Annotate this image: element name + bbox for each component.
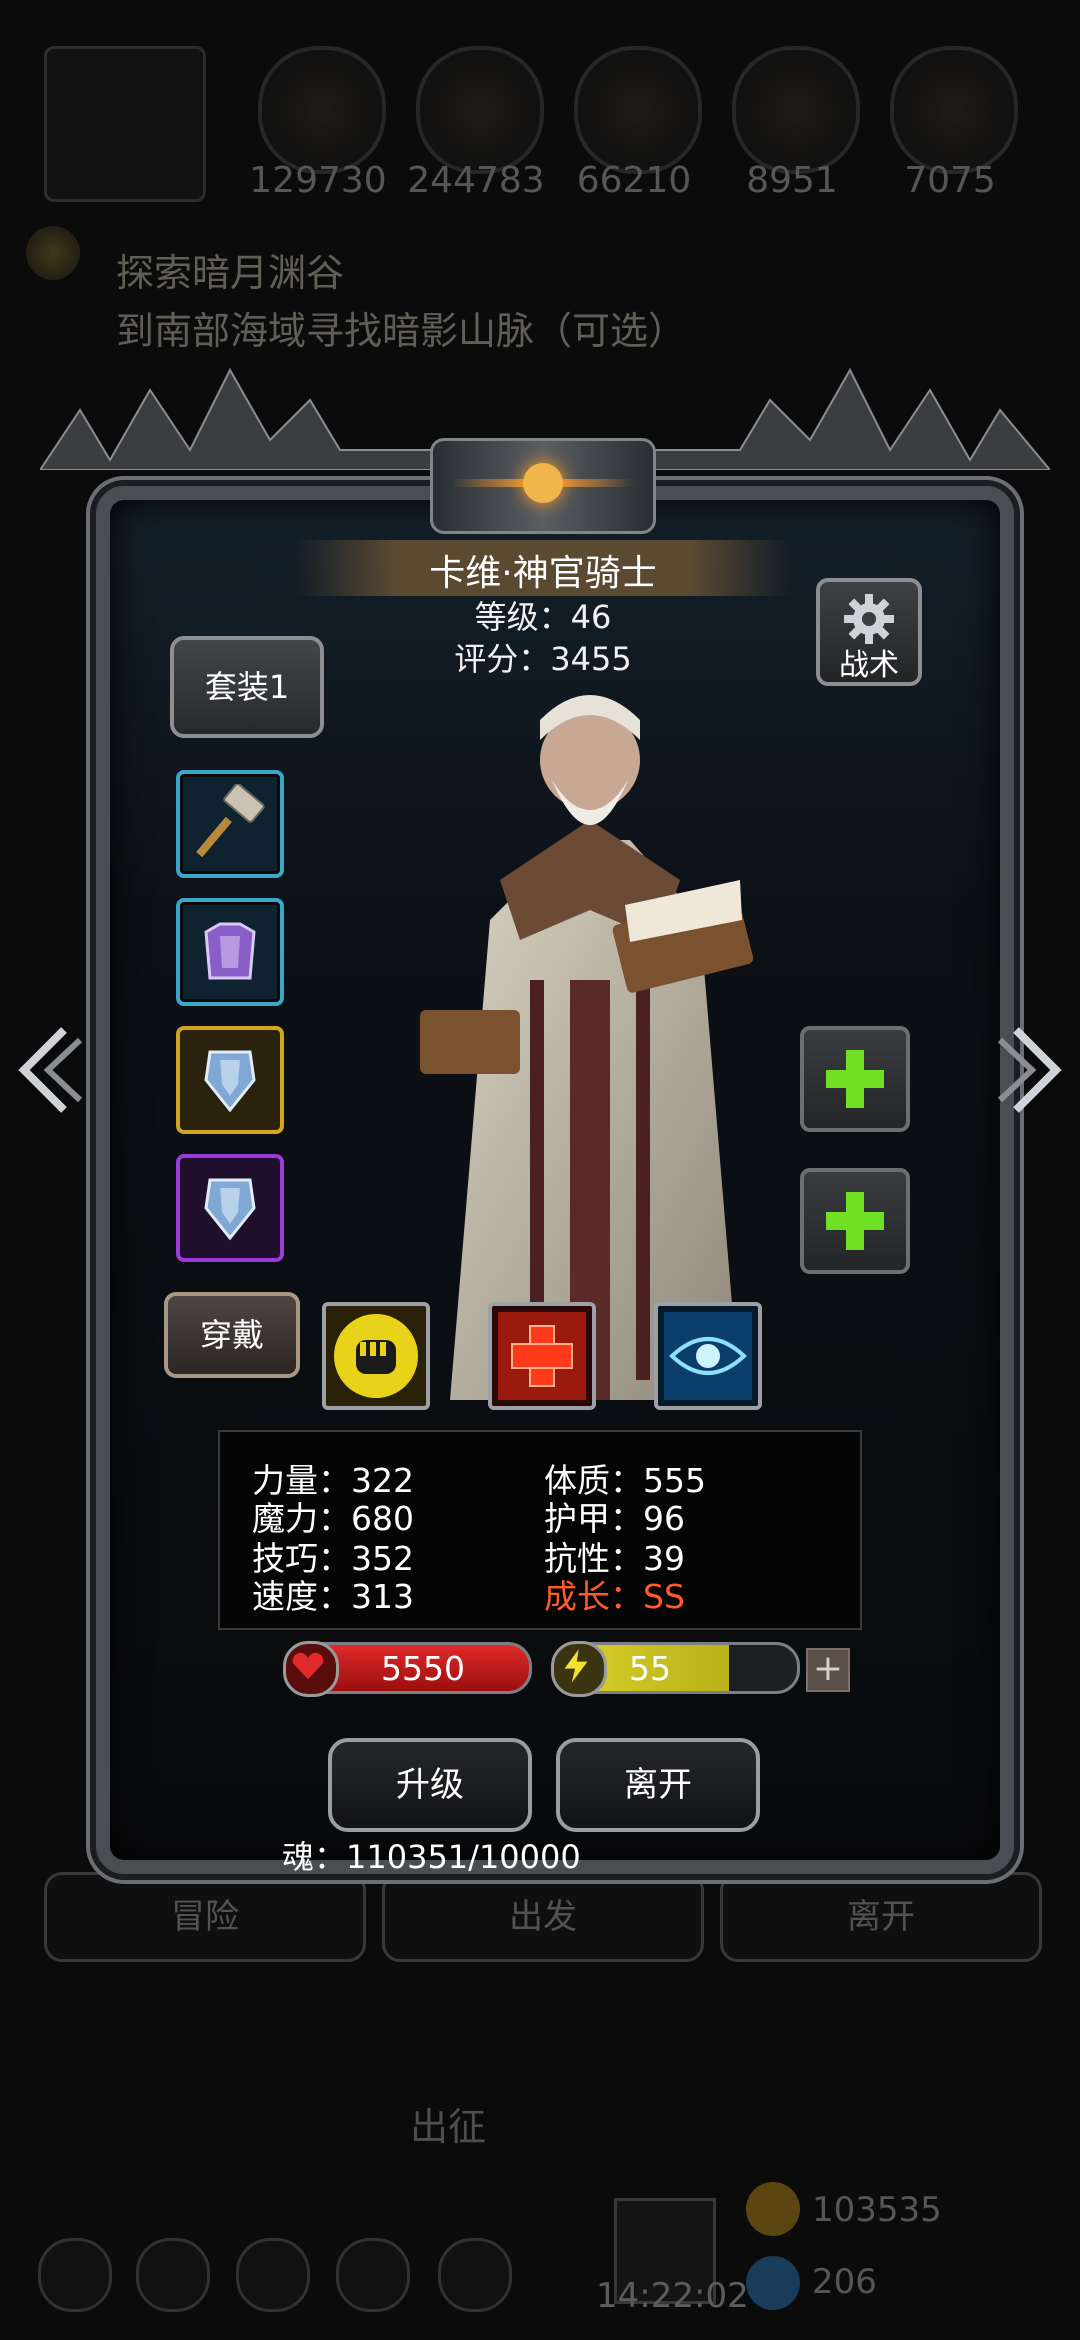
- wear-button[interactable]: 穿戴: [164, 1292, 300, 1378]
- armor-icon: [204, 922, 256, 980]
- resource-value: 129730: [249, 160, 387, 201]
- gold-coin-icon: [746, 2182, 800, 2236]
- stat-growth: 成长：SS: [544, 1577, 685, 1616]
- soul-counter: 魂：110351/10000: [282, 1838, 581, 1876]
- add-slot-button[interactable]: [800, 1168, 910, 1274]
- armor-slot[interactable]: [176, 898, 284, 1006]
- next-hero-arrow-icon[interactable]: [996, 1020, 1066, 1120]
- nav-circle-icon: [136, 2238, 210, 2312]
- resource-value: 7075: [904, 160, 996, 201]
- shield-gold-icon: [204, 1050, 256, 1113]
- hammer-icon: [196, 784, 265, 858]
- skill-slot-3[interactable]: [654, 1302, 762, 1410]
- nav-circle-icon: [336, 2238, 410, 2312]
- quest-icon: [26, 226, 80, 280]
- accessory-slot[interactable]: [176, 1154, 284, 1262]
- hp-bar: 5550: [283, 1641, 532, 1697]
- eye-icon: [664, 1312, 752, 1400]
- nav-circle-icon: [38, 2238, 112, 2312]
- previous-hero-arrow-icon[interactable]: [14, 1020, 84, 1120]
- hp-value: 5550: [381, 1649, 465, 1688]
- hero-level: 等级：46: [474, 598, 612, 636]
- stats-panel: 力量：322 魔力：680 技巧：352 速度：313 体质：555 护甲：96…: [218, 1430, 862, 1630]
- set-out-label: 出征: [410, 2105, 487, 2149]
- cross-icon: [498, 1312, 586, 1400]
- adventure-tab: 冒险: [44, 1872, 366, 1962]
- nav-circle-icon: [438, 2238, 512, 2312]
- upgrade-button[interactable]: 升级: [328, 1738, 532, 1832]
- leave-tab: 离开: [720, 1872, 1042, 1962]
- resource-iron-icon: [574, 46, 702, 174]
- gear-icon: [844, 594, 894, 644]
- clock: 14:22:02: [596, 2276, 749, 2316]
- depart-tab: 出发: [382, 1872, 704, 1962]
- fist-icon: [334, 1314, 418, 1398]
- resource-value: 244783: [407, 160, 545, 201]
- resource-wood-icon: [258, 46, 386, 174]
- energy-bar: 55: [551, 1641, 800, 1697]
- gem-icon: [746, 2256, 800, 2310]
- skill-slot-2[interactable]: [488, 1302, 596, 1410]
- hero-portrait-frame: [44, 46, 206, 202]
- resource-value: 66210: [576, 160, 692, 201]
- offhand-slot[interactable]: [176, 1026, 284, 1134]
- resource-crystal-icon: [732, 46, 860, 174]
- shield-purple-icon: [204, 1178, 256, 1241]
- hero-score: 评分：3455: [454, 640, 632, 678]
- weapon-slot[interactable]: [176, 770, 284, 878]
- tactics-button[interactable]: 战术: [816, 578, 922, 686]
- skill-slot-1[interactable]: [322, 1302, 430, 1410]
- moon-crest-ornament: [430, 438, 656, 534]
- nav-circle-icon: [236, 2238, 310, 2312]
- tactics-label: 战术: [839, 648, 899, 683]
- energy-add-button[interactable]: +: [806, 1648, 850, 1692]
- energy-value: 55: [629, 1649, 671, 1688]
- resource-bread-icon: [416, 46, 544, 174]
- gem-amount: 206: [812, 2262, 877, 2302]
- gold-amount: 103535: [812, 2190, 942, 2230]
- quest-title: 探索暗月渊谷: [116, 251, 345, 295]
- hero-name: 卡维·神官骑士: [429, 553, 657, 594]
- stat-speed: 速度：313: [252, 1577, 414, 1616]
- quest-subtitle: 到南部海域寻找暗影山脉（可选）: [116, 309, 687, 353]
- resource-value: 8951: [746, 160, 838, 201]
- leave-button[interactable]: 离开: [556, 1738, 760, 1832]
- equipment-set-button[interactable]: 套装1: [170, 636, 324, 738]
- resource-helmet-icon: [890, 46, 1018, 174]
- add-slot-button[interactable]: [800, 1026, 910, 1132]
